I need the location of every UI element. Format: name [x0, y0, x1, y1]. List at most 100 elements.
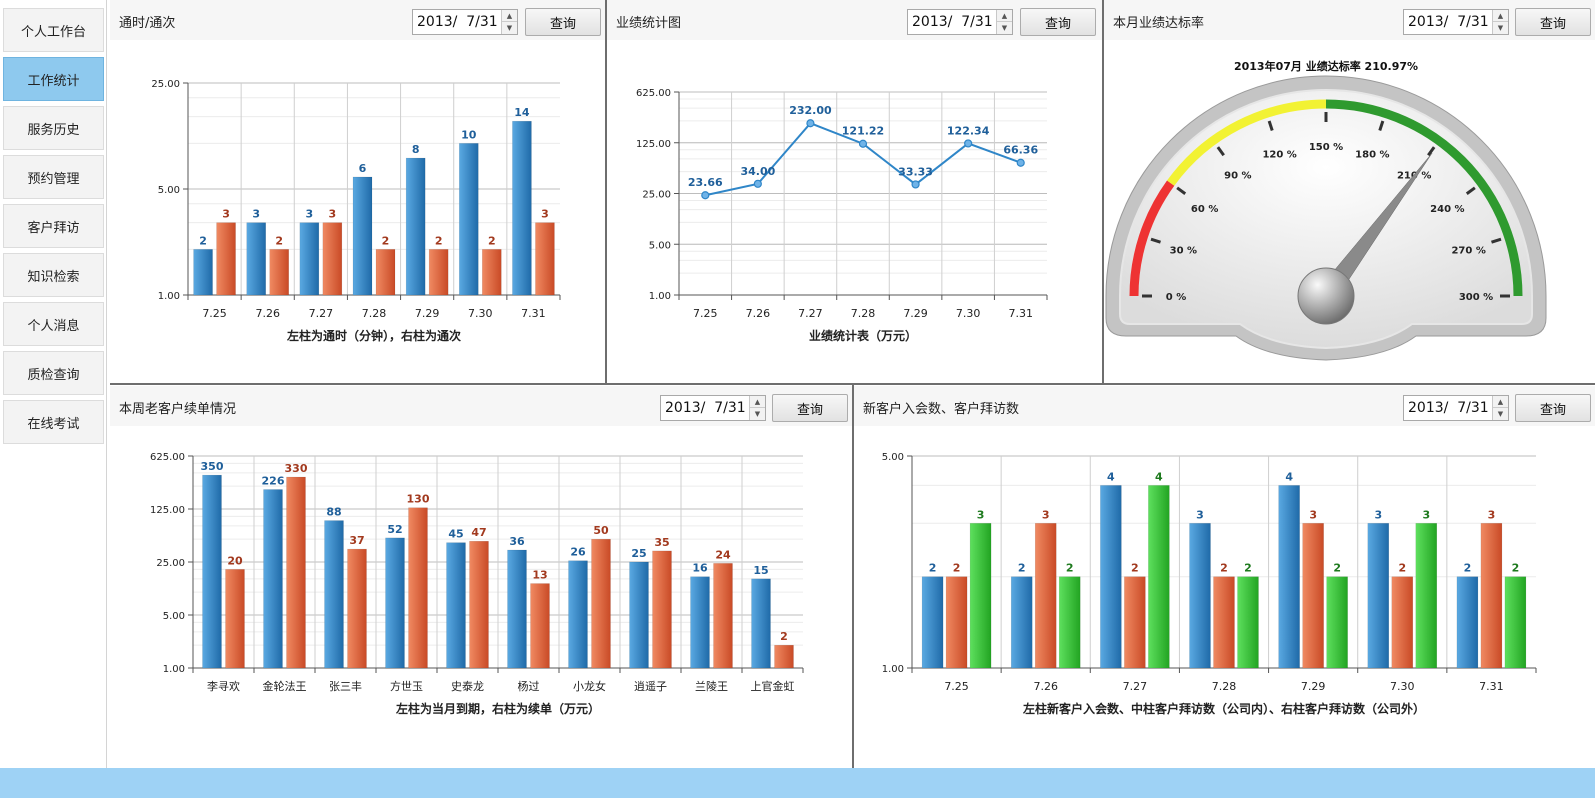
- x-tick-label: 7.25: [693, 307, 718, 320]
- bar: [482, 249, 502, 296]
- x-tick-label: 7.27: [309, 307, 334, 320]
- y-tick-label: 625.00: [150, 452, 185, 463]
- y-tick-label: 5.00: [163, 611, 185, 622]
- date-spinner: ▲ ▼: [1492, 396, 1508, 420]
- spin-up-icon[interactable]: ▲: [997, 10, 1012, 22]
- bar: [568, 560, 588, 669]
- bar-value-label: 2: [1333, 562, 1341, 575]
- date-picker[interactable]: 2013/ 7/31 ▲ ▼: [1403, 395, 1509, 421]
- sidebar-item-appointments[interactable]: 预约管理: [3, 155, 104, 199]
- calls-panel: 通时/通次 2013/ 7/31 ▲ ▼ 查询 1.00 5.00 25.00 7.2…: [110, 0, 605, 383]
- bar: [1213, 576, 1235, 669]
- spin-down-icon[interactable]: ▼: [997, 22, 1012, 34]
- date-picker[interactable]: 2013/ 7/31 ▲ ▼: [1403, 9, 1509, 35]
- spin-down-icon[interactable]: ▼: [1493, 22, 1508, 34]
- bar-value-label: 4: [1155, 470, 1163, 483]
- x-axis-label: 左柱新客户入会数、中柱客户拜访数（公司内）、右柱客户拜访数（公司外）: [1022, 701, 1425, 716]
- bar: [945, 576, 968, 669]
- x-tick-label: 逍遥子: [634, 680, 667, 693]
- data-point: [1016, 158, 1025, 167]
- x-tick-label: 7.29: [415, 307, 440, 320]
- bar-value-label: 3: [252, 208, 260, 221]
- date-picker[interactable]: 2013/ 7/31 ▲ ▼: [660, 395, 766, 421]
- bar: [1326, 576, 1348, 669]
- x-tick-label: 7.28: [362, 307, 387, 320]
- bar-value-label: 330: [285, 462, 308, 475]
- bar: [225, 569, 245, 669]
- gauge-tick-label: 120 %: [1262, 149, 1296, 160]
- gauge-tick-label: 30 %: [1170, 246, 1197, 257]
- sidebar-item-messages[interactable]: 个人消息: [3, 302, 104, 346]
- status-bar: [0, 768, 1595, 798]
- bar-value-label: 2: [1220, 562, 1228, 575]
- bar-value-label: 2: [1018, 562, 1026, 575]
- bar: [774, 644, 794, 669]
- y-tick-label: 125.00: [150, 505, 185, 516]
- query-button[interactable]: 查询: [1515, 8, 1591, 36]
- bar: [507, 549, 527, 669]
- y-tick-label: 5.00: [158, 185, 180, 196]
- bar-value-label: 3: [541, 208, 549, 221]
- x-axis-label: 左柱为当月到期，右柱为续单（万元）: [395, 701, 600, 716]
- bar: [324, 520, 344, 669]
- bar-value-label: 14: [514, 106, 530, 119]
- date-value: 2013/ 7/31: [912, 14, 993, 30]
- sidebar-item-customer-visits[interactable]: 客户拜访: [3, 204, 104, 248]
- date-picker[interactable]: 2013/ 7/31 ▲ ▼: [412, 9, 518, 35]
- y-tick-label: 1.00: [163, 664, 185, 675]
- sidebar-item-workbench[interactable]: 个人工作台: [3, 8, 104, 52]
- gauge-tick-label: 300 %: [1459, 292, 1493, 303]
- bar-value-label: 20: [227, 554, 243, 567]
- bar: [352, 176, 373, 296]
- bar-value-label: 2: [1066, 562, 1074, 575]
- date-picker[interactable]: 2013/ 7/31 ▲ ▼: [907, 9, 1013, 35]
- sidebar-item-service-history[interactable]: 服务历史: [3, 106, 104, 150]
- spin-up-icon[interactable]: ▲: [750, 396, 765, 408]
- spin-up-icon[interactable]: ▲: [1493, 10, 1508, 22]
- bar: [1100, 485, 1122, 669]
- bar-value-label: 3: [1374, 508, 1382, 521]
- bar-value-label: 3: [977, 508, 985, 521]
- app-window: 个人工作台 工作统计 服务历史 预约管理 客户拜访 知识检索 个人消息 质检查询…: [0, 0, 1595, 798]
- date-spinner: ▲ ▼: [1492, 10, 1508, 34]
- panel-header: 新客户入会数、客户拜访数 2013/ 7/31 ▲ ▼ 查询: [854, 386, 1595, 426]
- spin-up-icon[interactable]: ▲: [502, 10, 517, 22]
- y-tick-label: 25.00: [156, 558, 185, 569]
- spin-down-icon[interactable]: ▼: [750, 408, 765, 420]
- sidebar-item-qc-query[interactable]: 质检查询: [3, 351, 104, 395]
- spin-down-icon[interactable]: ▼: [502, 22, 517, 34]
- y-tick-label: 1.00: [882, 664, 904, 675]
- query-button[interactable]: 查询: [525, 8, 601, 36]
- date-value: 2013/ 7/31: [1408, 14, 1489, 30]
- bar-value-label: 226: [262, 474, 285, 487]
- bar-value-label: 13: [532, 569, 547, 582]
- bar-value-label: 3: [329, 208, 337, 221]
- sidebar-item-knowledge-search[interactable]: 知识检索: [3, 253, 104, 297]
- bar-value-label: 52: [387, 523, 402, 536]
- bar-value-label: 2: [1398, 562, 1406, 575]
- spin-down-icon[interactable]: ▼: [1493, 408, 1508, 420]
- sidebar-item-online-exam[interactable]: 在线考试: [3, 400, 104, 444]
- x-tick-label: 小龙女: [573, 679, 606, 693]
- x-tick-label: 7.30: [1390, 680, 1415, 693]
- date-spinner: ▲ ▼: [501, 10, 517, 34]
- data-label: 122.34: [947, 124, 990, 137]
- gauge-tick-label: 150 %: [1309, 142, 1343, 153]
- bar: [459, 143, 479, 296]
- panel-title: 通时/通次: [119, 16, 176, 31]
- spin-up-icon[interactable]: ▲: [1493, 396, 1508, 408]
- bar-value-label: 4: [1285, 470, 1293, 483]
- sidebar-item-work-stats[interactable]: 工作统计: [3, 57, 104, 101]
- bar: [535, 222, 555, 296]
- bar-value-label: 2: [1131, 562, 1139, 575]
- x-tick-label: 上官金虹: [751, 679, 795, 693]
- query-button[interactable]: 查询: [1020, 8, 1096, 36]
- query-button[interactable]: 查询: [772, 394, 848, 422]
- data-point: [753, 179, 762, 188]
- bar-value-label: 15: [753, 564, 768, 577]
- calls-chart: 1.00 5.00 25.00 7.25 7.26 7.27 7.28 7.29 7.30 7.3…: [151, 79, 561, 343]
- x-tick-label: 7.29: [903, 307, 928, 320]
- new-customers-chart: 1.00 5.00 7.25 7.26 7.27 7.28 7.29 7.30 7.31 左柱新客…: [882, 452, 1537, 716]
- x-tick-label: 金轮法王: [263, 679, 307, 693]
- query-button[interactable]: 查询: [1515, 394, 1591, 422]
